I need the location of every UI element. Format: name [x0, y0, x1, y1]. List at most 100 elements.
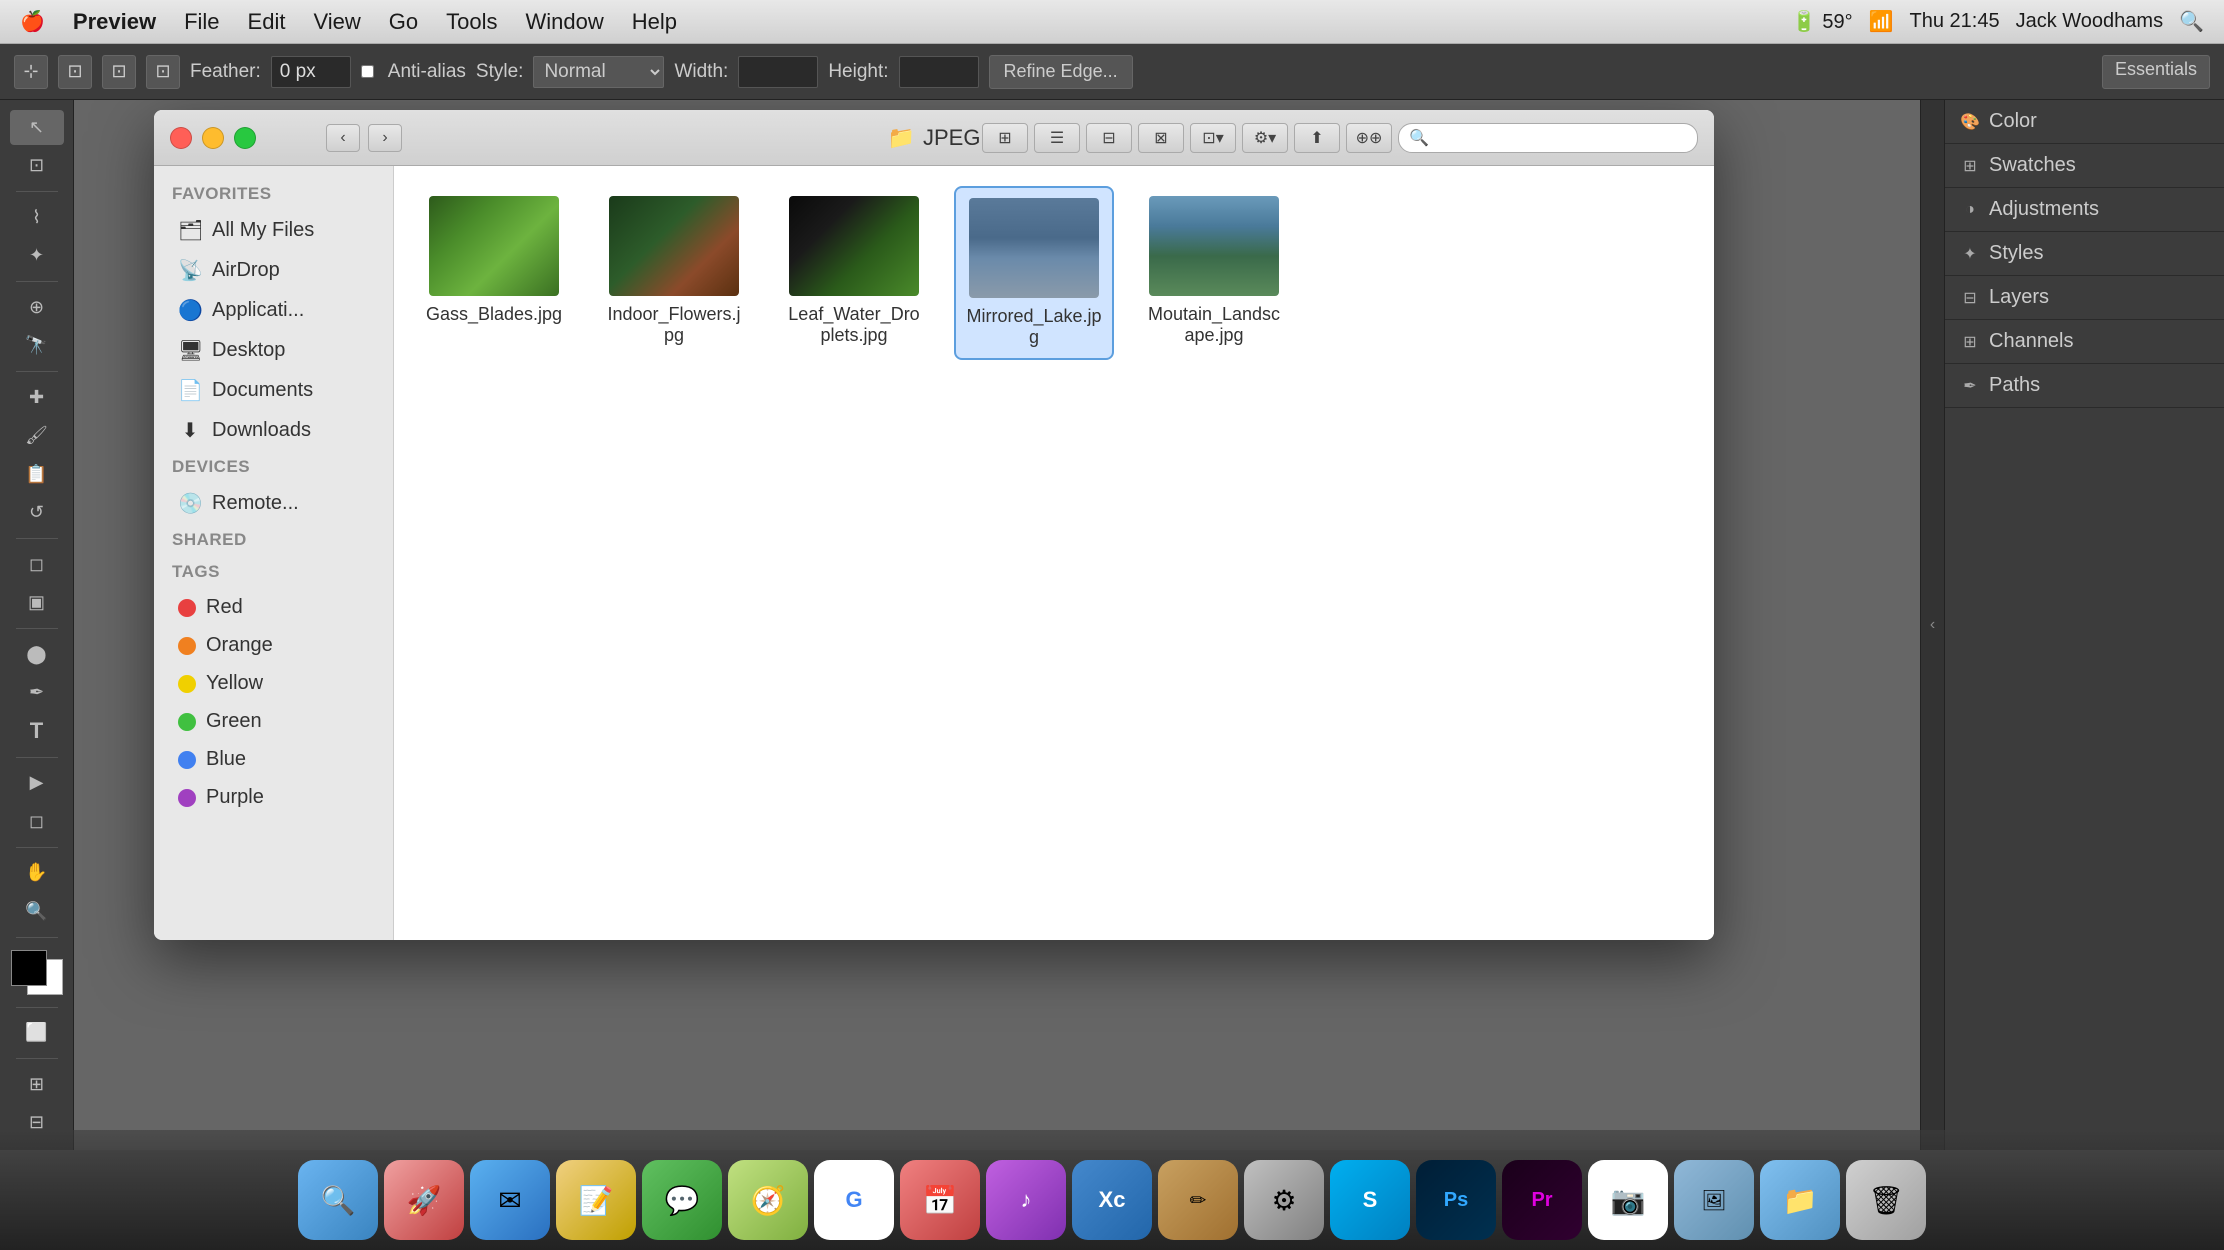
dock-finder[interactable]: 🔍	[298, 1160, 378, 1240]
pen-tool[interactable]: ✒	[10, 676, 64, 711]
sidebar-tag-blue[interactable]: Blue	[160, 741, 387, 778]
heal-tool[interactable]: ✚	[10, 380, 64, 415]
sidebar-tag-red[interactable]: Red	[160, 589, 387, 626]
dock-folder[interactable]: 📁	[1760, 1160, 1840, 1240]
dock-safari[interactable]: 🧭	[728, 1160, 808, 1240]
height-input[interactable]	[899, 56, 979, 88]
search-icon-menubar[interactable]: 🔍	[2179, 9, 2204, 34]
adjustments-panel-header[interactable]: ◑ Adjustments	[1945, 188, 2224, 231]
menu-help[interactable]: Help	[632, 9, 677, 35]
essentials-btn[interactable]: Essentials	[2102, 55, 2210, 89]
text-tool[interactable]: T	[10, 714, 64, 749]
shape-tool[interactable]: ◻	[10, 804, 64, 839]
dock-calendar[interactable]: 📅	[900, 1160, 980, 1240]
color-panel-header[interactable]: 🎨 Color	[1945, 100, 2224, 143]
dock-system-prefs[interactable]: ⚙	[1244, 1160, 1324, 1240]
styles-panel-header[interactable]: ✦ Styles	[1945, 232, 2224, 275]
marquee-tool[interactable]: ⊡	[10, 149, 64, 184]
sidebar-tag-purple[interactable]: Purple	[160, 779, 387, 816]
menu-edit[interactable]: Edit	[248, 9, 286, 35]
dock-xcode[interactable]: Xc	[1072, 1160, 1152, 1240]
style-select[interactable]: Normal Fixed Ratio Fixed Size	[533, 56, 664, 88]
view-column-btn[interactable]: ⊟	[1086, 123, 1132, 153]
magic-wand-tool[interactable]: ✦	[10, 239, 64, 274]
view-coverflow-btn[interactable]: ⊠	[1138, 123, 1184, 153]
dock-itunes[interactable]: ♪	[986, 1160, 1066, 1240]
zoom-tool[interactable]: 🔍	[10, 894, 64, 929]
sidebar-item-documents[interactable]: 📄 Documents	[160, 371, 387, 410]
feather-input[interactable]	[271, 56, 351, 88]
menu-file[interactable]: File	[184, 9, 219, 35]
dock-mail[interactable]: ✉	[470, 1160, 550, 1240]
foreground-color-swatch[interactable]	[11, 950, 47, 986]
sidebar-item-applications[interactable]: 🔵 Applicati...	[160, 291, 387, 330]
dock-trash[interactable]: 🗑	[1846, 1160, 1926, 1240]
history-brush-tool[interactable]: ↺	[10, 496, 64, 531]
selection-subtract-btn[interactable]: ⊡	[146, 55, 180, 89]
brush-tool[interactable]: 🖌	[10, 419, 64, 454]
eyedropper-tool[interactable]: 🔭	[10, 329, 64, 364]
antialias-checkbox[interactable]	[361, 65, 374, 78]
quick-mask-tool[interactable]: ⬜	[10, 1015, 64, 1050]
view-icon-btn[interactable]: ⊞	[982, 123, 1028, 153]
selection-tool-btn[interactable]: ⊹	[14, 55, 48, 89]
channels-panel-header[interactable]: ⊞ Channels	[1945, 320, 2224, 363]
window-maximize-btn[interactable]	[234, 127, 256, 149]
file-item-mountain[interactable]: Moutain_Landscape.jpg	[1134, 186, 1294, 356]
search-box[interactable]: 🔍	[1398, 123, 1698, 153]
dock-notes[interactable]: 📝	[556, 1160, 636, 1240]
apple-menu[interactable]: 🍎	[20, 9, 45, 34]
view-tags-btn[interactable]: ⊕⊕	[1346, 123, 1392, 153]
refine-edge-btn[interactable]: Refine Edge...	[989, 55, 1133, 89]
sidebar-item-all-my-files[interactable]: 🗂 All My Files	[160, 211, 387, 250]
layers-panel-header[interactable]: ⊟ Layers	[1945, 276, 2224, 319]
swatches-panel-header[interactable]: ⊞ Swatches	[1945, 144, 2224, 187]
view-share-btn[interactable]: ⬆	[1294, 123, 1340, 153]
file-item-leaf[interactable]: Leaf_Water_Droplets.jpg	[774, 186, 934, 360]
color-swatches[interactable]	[11, 950, 63, 995]
view-group-btn[interactable]: ⊡▾	[1190, 123, 1236, 153]
sidebar-item-airdrop[interactable]: 📡 AirDrop	[160, 251, 387, 290]
hand-tool[interactable]: ✋	[10, 856, 64, 891]
menu-view[interactable]: View	[313, 9, 360, 35]
file-item-lake[interactable]: Mirrored_Lake.jpg	[954, 186, 1114, 360]
width-input[interactable]	[738, 56, 818, 88]
nav-back-btn[interactable]: ‹	[326, 124, 360, 152]
dodge-tool[interactable]: ⬤	[10, 637, 64, 672]
sidebar-tag-yellow[interactable]: Yellow	[160, 665, 387, 702]
menu-tools[interactable]: Tools	[446, 9, 497, 35]
sidebar-item-remote[interactable]: 💿 Remote...	[160, 484, 387, 523]
move-tool[interactable]: ↖	[10, 110, 64, 145]
dock-launchpad[interactable]: 🚀	[384, 1160, 464, 1240]
dock-collage[interactable]: 🖼	[1674, 1160, 1754, 1240]
window-close-btn[interactable]	[170, 127, 192, 149]
sidebar-item-desktop[interactable]: 🖥 Desktop	[160, 331, 387, 370]
menu-window[interactable]: Window	[525, 9, 603, 35]
search-input[interactable]	[1435, 127, 1687, 149]
crop-tool[interactable]: ⊕	[10, 290, 64, 325]
view-action-btn[interactable]: ⚙▾	[1242, 123, 1288, 153]
dock-messages[interactable]: 💬	[642, 1160, 722, 1240]
sidebar-tag-green[interactable]: Green	[160, 703, 387, 740]
selection-mode-btn[interactable]: ⊡	[58, 55, 92, 89]
dock-chrome[interactable]: G	[814, 1160, 894, 1240]
file-item-grass[interactable]: Gass_Blades.jpg	[414, 186, 574, 360]
file-item-flowers[interactable]: Indoor_Flowers.jpg	[594, 186, 754, 360]
sidebar-item-downloads[interactable]: ⬇ Downloads	[160, 411, 387, 450]
eraser-tool[interactable]: ◻	[10, 547, 64, 582]
panel-collapse-btn[interactable]: ‹	[1920, 100, 1944, 1150]
dock-premiere[interactable]: Pr	[1502, 1160, 1582, 1240]
path-selection-tool[interactable]: ▶	[10, 766, 64, 801]
nav-forward-btn[interactable]: ›	[368, 124, 402, 152]
dock-photos[interactable]: 📷	[1588, 1160, 1668, 1240]
gradient-tool[interactable]: ▣	[10, 586, 64, 621]
lasso-tool[interactable]: ⌇	[10, 200, 64, 235]
screen-mode-btn[interactable]: ⊞	[10, 1067, 64, 1102]
selection-add-btn[interactable]: ⊡	[102, 55, 136, 89]
app-menu-preview[interactable]: Preview	[73, 9, 156, 35]
window-minimize-btn[interactable]	[202, 127, 224, 149]
view-list-btn[interactable]: ☰	[1034, 123, 1080, 153]
paths-panel-header[interactable]: ✒ Paths	[1945, 364, 2224, 407]
dock-ps[interactable]: Ps	[1416, 1160, 1496, 1240]
stamp-tool[interactable]: 📋	[10, 457, 64, 492]
